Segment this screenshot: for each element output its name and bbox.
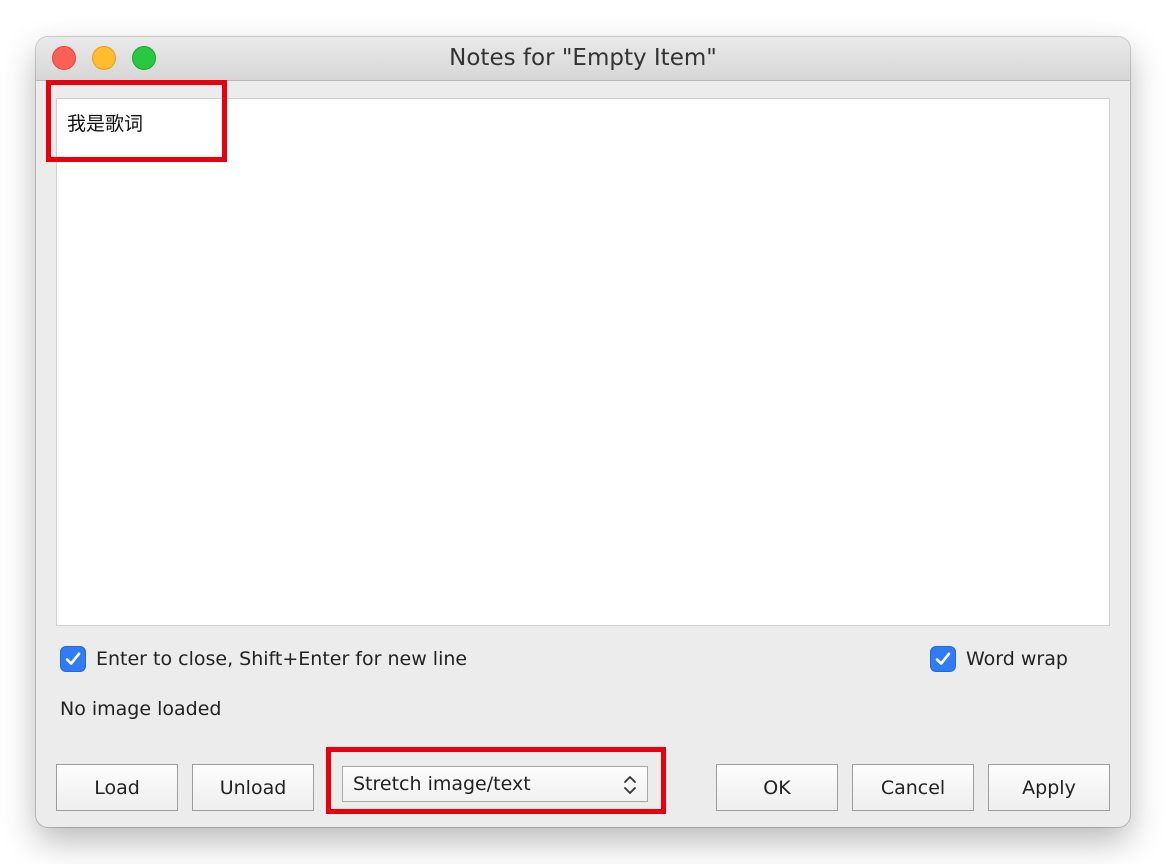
image-status-text: No image loaded — [60, 698, 222, 720]
cancel-button[interactable]: Cancel — [852, 764, 974, 811]
display-mode-value: Stretch image/text — [353, 773, 531, 795]
word-wrap-checkbox[interactable] — [930, 646, 956, 672]
enter-to-close-checkbox[interactable] — [60, 646, 86, 672]
chevron-updown-icon — [624, 776, 636, 794]
enter-to-close-label: Enter to close, Shift+Enter for new line — [96, 648, 468, 670]
ok-button[interactable]: OK — [716, 764, 838, 811]
title-bar: Notes for "Empty Item" — [36, 37, 1130, 81]
display-mode-select[interactable]: Stretch image/text — [342, 766, 648, 802]
checkmark-icon — [935, 652, 951, 665]
unload-button[interactable]: Unload — [192, 764, 314, 811]
word-wrap-label: Word wrap — [966, 648, 1068, 670]
load-button[interactable]: Load — [56, 764, 178, 811]
notes-textarea[interactable]: 我是歌词 — [56, 98, 1110, 626]
annotation-highlight-notes — [46, 80, 227, 162]
checkmark-icon — [65, 652, 81, 665]
window-title: Notes for "Empty Item" — [449, 45, 717, 71]
apply-button[interactable]: Apply — [988, 764, 1110, 811]
notes-dialog: Notes for "Empty Item" 我是歌词 Enter to clo… — [36, 37, 1130, 827]
